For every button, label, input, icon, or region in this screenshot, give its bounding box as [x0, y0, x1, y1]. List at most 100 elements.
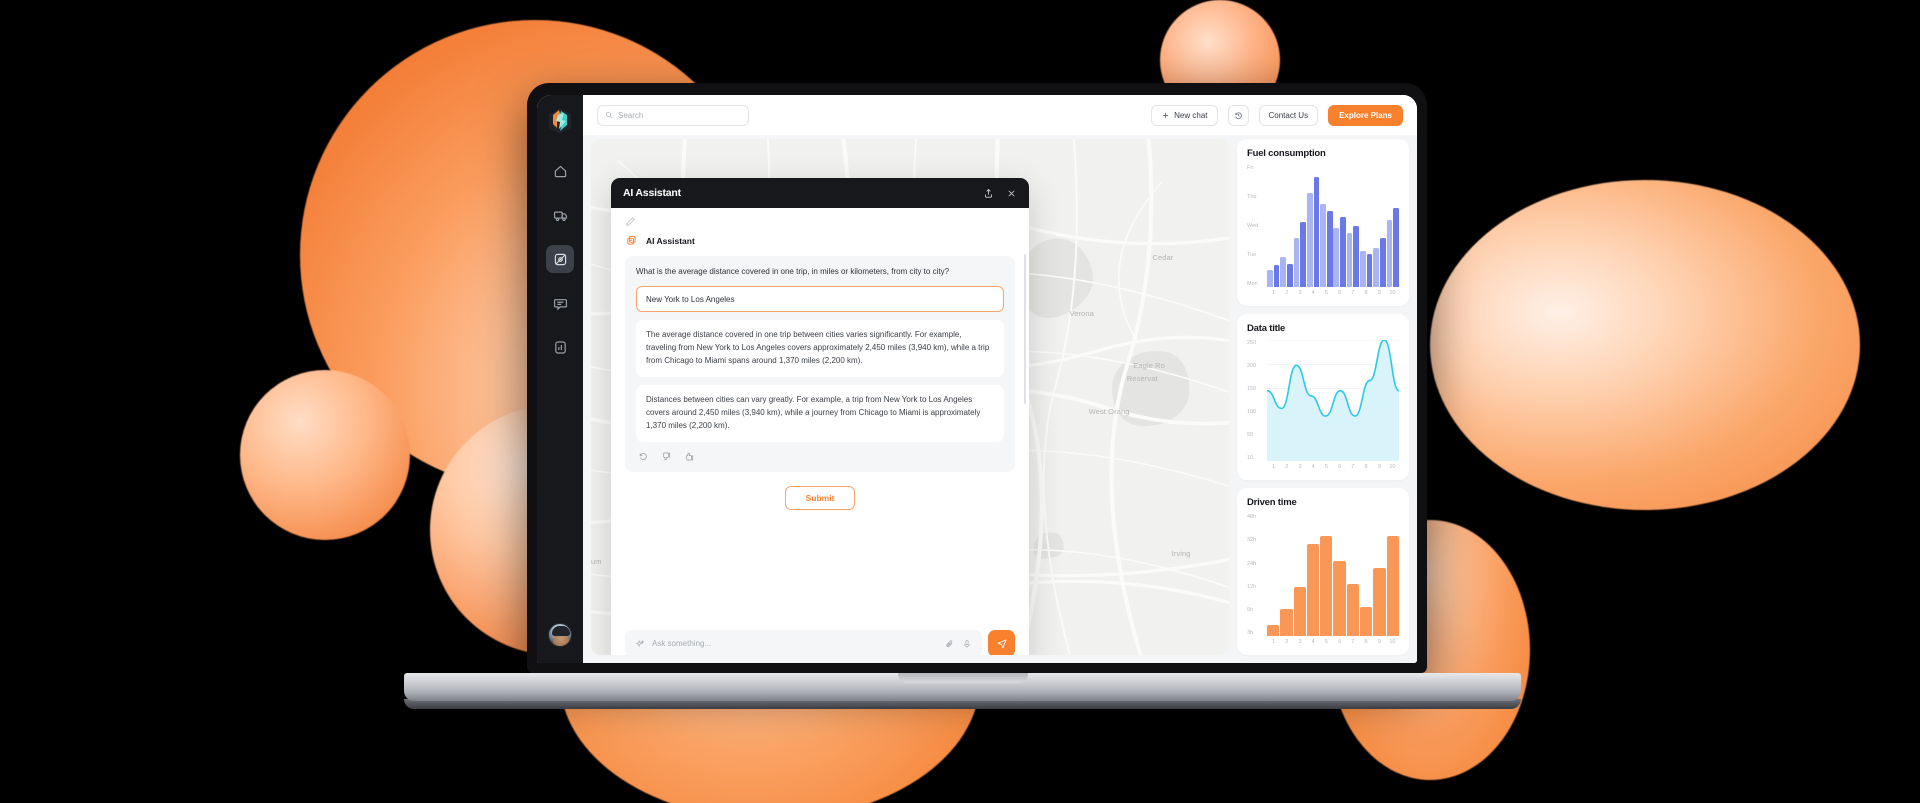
thumbs-down-icon[interactable] [661, 451, 672, 462]
new-chat-button[interactable]: New chat [1151, 104, 1218, 126]
bar-group [1293, 165, 1306, 287]
assistant-identity: AI Assistant [625, 234, 1015, 247]
history-icon [1234, 111, 1242, 119]
y-tick: 32h [1247, 537, 1257, 544]
fuel-bars [1267, 165, 1399, 287]
close-icon[interactable] [1006, 188, 1017, 199]
assistant-message-panel: What is the average distance covered in … [625, 256, 1015, 472]
y-tick: 24h [1247, 560, 1257, 567]
bar [1280, 609, 1293, 637]
contact-us-label: Contact Us [1268, 110, 1309, 120]
sidebar-item-analytics[interactable] [546, 333, 574, 361]
driven-y-axis: 48h 32h 24h 12h 6h 3h [1247, 514, 1267, 647]
card-fuel-consumption: Fuel consumption Fri Thu Wed Tue Mon 1 2… [1237, 139, 1409, 306]
laptop-screen: Search New chat Contact Us Explore Plans… [537, 95, 1417, 663]
y-tick: 6h [1247, 606, 1254, 613]
app-main: Search New chat Contact Us Explore Plans… [583, 95, 1417, 663]
assistant-response-2: Distances between cities can vary greatl… [636, 384, 1004, 442]
x-tick: 2 [1285, 464, 1289, 471]
x-tick: 9 [1377, 639, 1381, 646]
avatar[interactable] [548, 623, 572, 647]
bar-group [1333, 514, 1346, 637]
bar-group [1306, 514, 1320, 637]
y-tick: 50 [1247, 432, 1254, 439]
attachment-icon[interactable] [945, 639, 955, 649]
brand-logo[interactable] [547, 107, 573, 135]
dialog-body: AI Assistant What is the average distanc… [611, 208, 1029, 626]
x-tick: 5 [1324, 464, 1328, 471]
message-feedback-actions [636, 442, 1004, 463]
microphone-icon[interactable] [962, 639, 972, 649]
x-tick: 10 [1389, 289, 1396, 296]
driven-plot: 1 2 3 4 5 6 7 8 9 10 [1267, 514, 1399, 647]
x-tick: 6 [1338, 464, 1342, 471]
contact-us-button[interactable]: Contact Us [1258, 104, 1319, 126]
search-input[interactable]: Search [597, 104, 749, 126]
bar-group [1320, 165, 1333, 287]
composer-input[interactable]: Ask something... [625, 630, 982, 655]
area-plot [1267, 339, 1399, 462]
bar [1293, 587, 1306, 637]
send-button[interactable] [988, 630, 1015, 655]
bar [1320, 203, 1326, 287]
x-tick: 6 [1338, 639, 1342, 646]
answer-input[interactable] [636, 286, 1004, 312]
bar-group [1267, 165, 1280, 287]
assistant-response-1: The average distance covered in one trip… [636, 320, 1004, 377]
card-driven-time: Driven time 48h 32h 24h 12h 6h 3h 1 2 3 … [1237, 488, 1409, 656]
send-icon [997, 639, 1006, 648]
bar [1360, 606, 1373, 637]
bar-group [1373, 514, 1386, 637]
sidebar-item-messages[interactable] [546, 289, 574, 317]
new-chat-label: New chat [1174, 110, 1208, 120]
thumbs-up-icon[interactable] [684, 451, 695, 462]
sidebar-item-routes[interactable] [546, 245, 574, 273]
dialog-header: AI Assistant [611, 178, 1029, 208]
driven-time-chart: 48h 32h 24h 12h 6h 3h 1 2 3 4 5 6 7 8 9 10 [1247, 514, 1399, 647]
bar [1333, 228, 1340, 287]
map-label: um [591, 556, 602, 566]
chat-history-button[interactable] [1227, 104, 1249, 126]
bar [1380, 238, 1386, 287]
sidebar-item-fleet[interactable] [546, 201, 574, 229]
area-plot-wrap: 1 2 3 4 5 6 7 8 9 10 [1267, 339, 1399, 473]
map-label: Irving [1171, 549, 1191, 559]
x-tick: 7 [1351, 289, 1355, 296]
map-label: Eagle Ro [1133, 360, 1165, 370]
x-tick: 2 [1285, 639, 1289, 646]
search-icon [605, 111, 613, 119]
sparkle-icon [635, 639, 645, 647]
plus-icon [1163, 112, 1169, 118]
bar [1320, 536, 1333, 637]
y-tick: 200 [1247, 362, 1257, 369]
fuel-consumption-chart: Fri Thu Wed Tue Mon 1 2 3 4 5 6 7 8 9 10 [1247, 165, 1399, 298]
sidebar-item-home[interactable] [546, 157, 574, 185]
regenerate-icon[interactable] [638, 451, 649, 462]
map-panel[interactable]: North Caldwell Cedar Caldwell Caldwell V… [591, 139, 1229, 655]
driven-x-axis: 1 2 3 4 5 6 7 8 9 10 [1267, 636, 1399, 647]
submit-row: Submit [625, 472, 1015, 520]
bar [1360, 251, 1366, 287]
dialog-scrollbar[interactable] [1024, 254, 1026, 404]
x-tick: 3 [1298, 289, 1302, 296]
y-tick: 3h [1247, 629, 1254, 636]
x-tick: 4 [1311, 639, 1315, 646]
share-icon[interactable] [983, 188, 994, 199]
bar [1340, 217, 1346, 287]
x-tick: 7 [1351, 639, 1355, 646]
bar [1366, 253, 1373, 287]
bar-group [1386, 514, 1399, 637]
bar [1346, 583, 1360, 637]
x-tick: 7 [1351, 464, 1355, 471]
y-tick: 48h [1247, 514, 1257, 521]
x-tick: 1 [1272, 289, 1276, 296]
pencil-icon[interactable] [625, 216, 636, 227]
x-tick: 8 [1364, 464, 1368, 471]
fuel-y-axis: Fri Thu Wed Tue Mon [1247, 165, 1267, 298]
y-tick: Tue [1247, 251, 1257, 258]
explore-plans-button[interactable]: Explore Plans [1328, 104, 1403, 126]
bar-group [1360, 165, 1373, 287]
bar [1293, 238, 1300, 287]
driven-bars [1267, 514, 1399, 637]
submit-button[interactable]: Submit [784, 485, 856, 510]
